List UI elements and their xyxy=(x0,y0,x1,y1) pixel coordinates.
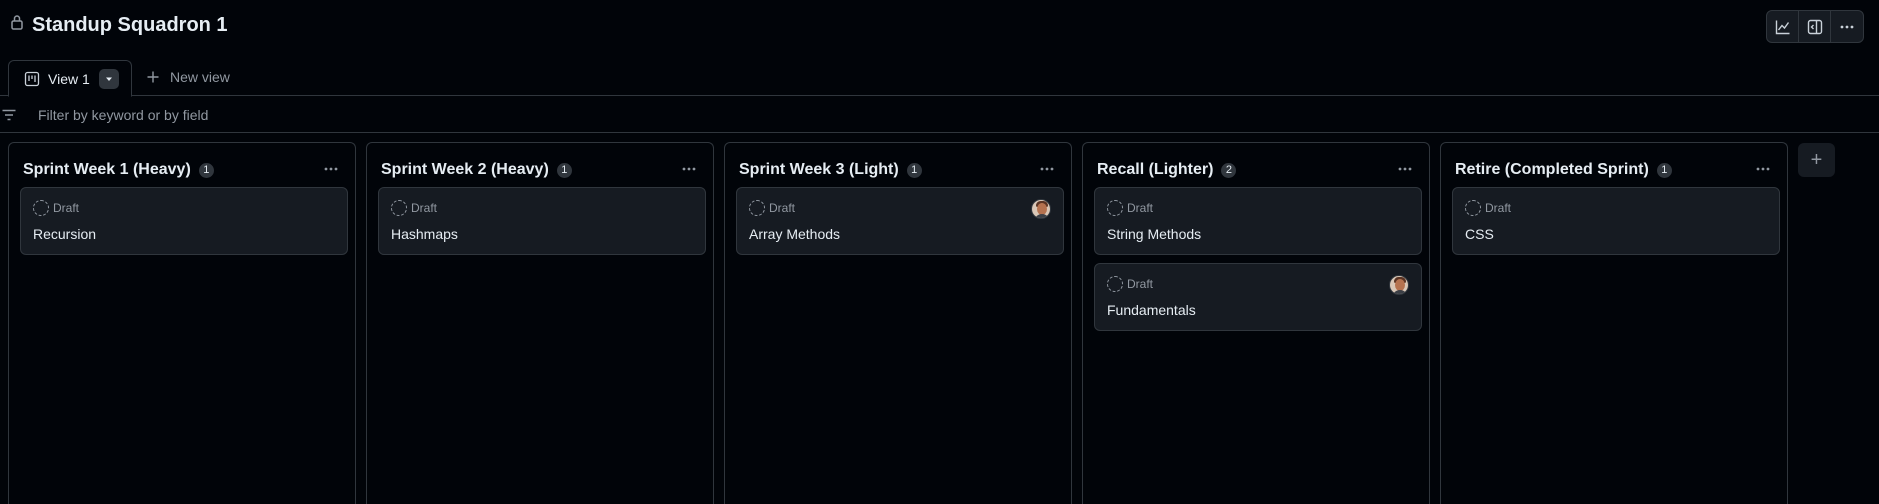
status-label: Draft xyxy=(1127,201,1154,215)
page-title: Standup Squadron 1 xyxy=(32,14,228,36)
card-title[interactable]: Array Methods xyxy=(749,226,840,242)
new-view-button[interactable]: New view xyxy=(146,69,230,85)
view-tabs: View 1 New view xyxy=(0,58,1879,97)
filter-input[interactable] xyxy=(28,103,628,127)
draft-icon xyxy=(33,200,49,216)
filter-bar xyxy=(0,97,1879,133)
column-menu-button[interactable] xyxy=(677,157,701,181)
column-recall: Recall (Lighter) 2 Draft String Methods … xyxy=(1082,142,1430,504)
card-hashmaps[interactable]: Draft Hashmaps xyxy=(378,187,706,255)
draft-icon xyxy=(749,200,765,216)
kebab-horizontal-icon xyxy=(1398,167,1412,171)
column-menu-button[interactable] xyxy=(1751,157,1775,181)
draft-icon xyxy=(391,200,407,216)
column-menu-button[interactable] xyxy=(319,157,343,181)
project-header: Standup Squadron 1 xyxy=(0,0,1879,52)
avatar-shirt xyxy=(1034,214,1050,218)
column-menu-button[interactable] xyxy=(1393,157,1417,181)
toggle-panel-button[interactable] xyxy=(1799,11,1831,42)
column-sprint-week-2: Sprint Week 2 (Heavy) 1 Draft Hashmaps xyxy=(366,142,714,504)
card-status: Draft xyxy=(33,200,79,216)
column-menu-button[interactable] xyxy=(1035,157,1059,181)
board-icon xyxy=(24,71,40,86)
project-more-button[interactable] xyxy=(1831,11,1863,42)
draft-icon xyxy=(1107,276,1123,292)
sidebar-toggle-icon xyxy=(1807,19,1822,34)
card-status: Draft xyxy=(749,200,795,216)
kebab-horizontal-icon xyxy=(324,167,338,171)
card-status: Draft xyxy=(391,200,437,216)
filter-icon xyxy=(2,109,16,121)
status-label: Draft xyxy=(53,201,80,215)
insights-button[interactable] xyxy=(1767,11,1799,42)
column-sprint-week-1: Sprint Week 1 (Heavy) 1 Draft Recursion xyxy=(8,142,356,504)
column-title: Sprint Week 2 (Heavy) xyxy=(381,161,549,178)
column-sprint-week-3: Sprint Week 3 (Light) 1 Draft Array Meth… xyxy=(724,142,1072,504)
tab-label: View 1 xyxy=(48,70,90,87)
kebab-horizontal-icon xyxy=(682,167,696,171)
status-label: Draft xyxy=(769,201,796,215)
status-label: Draft xyxy=(1485,201,1512,215)
card-title[interactable]: Fundamentals xyxy=(1107,302,1196,318)
card-status: Draft xyxy=(1465,200,1511,216)
card-status: Draft xyxy=(1107,200,1153,216)
column-header: Retire (Completed Sprint) 1 xyxy=(1455,161,1672,179)
column-count: 1 xyxy=(1656,162,1672,178)
column-retire: Retire (Completed Sprint) 1 Draft CSS xyxy=(1440,142,1788,504)
view-options-button[interactable] xyxy=(98,68,119,89)
card-string-methods[interactable]: Draft String Methods xyxy=(1094,187,1422,255)
kebab-horizontal-icon xyxy=(1840,25,1854,28)
column-title: Recall (Lighter) xyxy=(1097,161,1214,178)
column-header: Sprint Week 1 (Heavy) 1 xyxy=(23,161,214,179)
column-title: Sprint Week 3 (Light) xyxy=(739,161,899,178)
add-column-button[interactable]: + xyxy=(1798,143,1835,177)
column-count: 1 xyxy=(906,162,922,178)
kebab-horizontal-icon xyxy=(1756,167,1770,171)
avatar-shirt xyxy=(1392,290,1408,294)
triangle-down-icon xyxy=(105,77,112,81)
assignee-avatar[interactable] xyxy=(1389,275,1409,295)
draft-icon xyxy=(1465,200,1481,216)
kebab-horizontal-icon xyxy=(1040,167,1054,171)
assignee-avatar[interactable] xyxy=(1031,199,1051,219)
column-count: 2 xyxy=(1221,162,1237,178)
new-view-label: New view xyxy=(170,69,230,85)
graph-icon xyxy=(1775,20,1789,34)
column-count: 1 xyxy=(198,162,214,178)
draft-icon xyxy=(1107,200,1123,216)
card-status: Draft xyxy=(1107,276,1153,292)
card-title[interactable]: Recursion xyxy=(33,226,96,242)
board: Sprint Week 1 (Heavy) 1 Draft Recursion … xyxy=(0,140,1879,504)
project-toolbar xyxy=(1766,10,1864,43)
card-css[interactable]: Draft CSS xyxy=(1452,187,1780,255)
column-header: Sprint Week 3 (Light) 1 xyxy=(739,161,922,179)
card-title[interactable]: Hashmaps xyxy=(391,226,458,242)
status-label: Draft xyxy=(1127,277,1154,291)
card-title[interactable]: CSS xyxy=(1465,226,1494,242)
card-array-methods[interactable]: Draft Array Methods xyxy=(736,187,1064,255)
status-label: Draft xyxy=(411,201,438,215)
column-count: 1 xyxy=(556,162,572,178)
column-header: Sprint Week 2 (Heavy) 1 xyxy=(381,161,572,179)
card-fundamentals[interactable]: Draft Fundamentals xyxy=(1094,263,1422,331)
plus-icon xyxy=(147,71,159,83)
card-title[interactable]: String Methods xyxy=(1107,226,1201,242)
lock-icon xyxy=(11,15,23,30)
card-recursion[interactable]: Draft Recursion xyxy=(20,187,348,255)
column-title: Retire (Completed Sprint) xyxy=(1455,161,1649,178)
column-header: Recall (Lighter) 2 xyxy=(1097,161,1237,179)
column-title: Sprint Week 1 (Heavy) xyxy=(23,161,191,178)
tab-view-1[interactable]: View 1 xyxy=(8,60,132,97)
